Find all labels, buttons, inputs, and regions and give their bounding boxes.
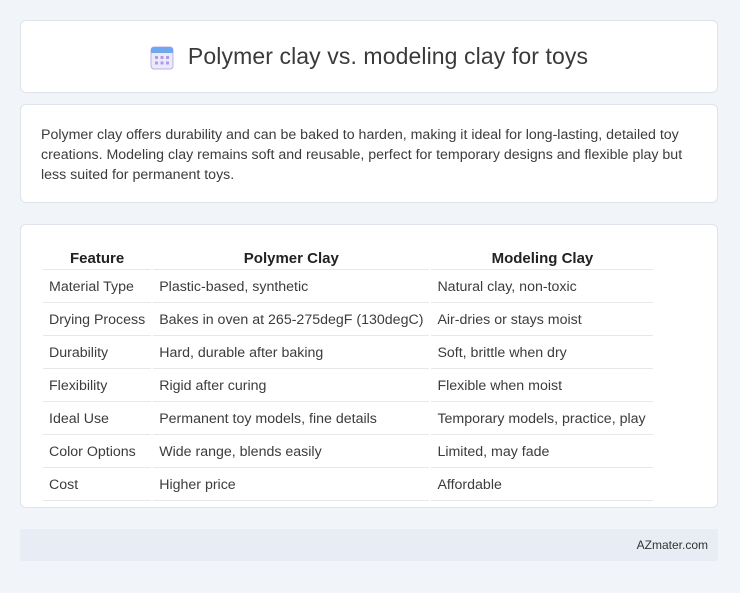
column-header-feature: Feature [43,247,152,270]
table-row: Flexibility Rigid after curing Flexible … [43,371,654,402]
feature-cell: Cost [43,470,152,501]
polymer-cell: Higher price [153,470,430,501]
feature-cell: Durability [43,338,152,369]
polymer-cell: Bakes in oven at 265-275degF (130degC) [153,305,430,336]
table-row: Durability Hard, durable after baking So… [43,338,654,369]
polymer-cell: Permanent toy models, fine details [153,404,430,435]
modeling-cell: Soft, brittle when dry [431,338,654,369]
feature-cell: Color Options [43,437,152,468]
table-row: Cost Higher price Affordable [43,470,654,501]
polymer-cell: Rigid after curing [153,371,430,402]
column-header-modeling-clay: Modeling Clay [431,247,654,270]
feature-cell: Material Type [43,272,152,303]
feature-cell: Drying Process [43,305,152,336]
modeling-cell: Air-dries or stays moist [431,305,654,336]
polymer-cell: Hard, durable after baking [153,338,430,369]
table-header-row: Feature Polymer Clay Modeling Clay [43,247,654,270]
comparison-table-card: Feature Polymer Clay Modeling Clay Mater… [20,224,718,508]
table-row: Drying Process Bakes in oven at 265-275d… [43,305,654,336]
polymer-cell: Plastic-based, synthetic [153,272,430,303]
source-credit: AZmater.com [636,538,708,552]
title-card: Polymer clay vs. modeling clay for toys [20,20,718,93]
polymer-cell: Wide range, blends easily [153,437,430,468]
summary-text: Polymer clay offers durability and can b… [41,127,683,183]
modeling-cell: Flexible when moist [431,371,654,402]
feature-cell: Ideal Use [43,404,152,435]
modeling-cell: Natural clay, non-toxic [431,272,654,303]
footer-bar: AZmater.com [20,529,718,561]
modeling-cell: Limited, may fade [431,437,654,468]
summary-card: Polymer clay offers durability and can b… [20,104,718,203]
title-row: Polymer clay vs. modeling clay for toys [150,43,588,70]
feature-cell: Flexibility [43,371,152,402]
page-title: Polymer clay vs. modeling clay for toys [187,43,589,69]
table-row: Ideal Use Permanent toy models, fine det… [43,404,654,435]
calendar-icon [150,46,174,69]
table-row: Color Options Wide range, blends easily … [43,437,654,468]
modeling-cell: Temporary models, practice, play [431,404,654,435]
column-header-polymer-clay: Polymer Clay [153,247,430,270]
modeling-cell: Affordable [431,470,654,501]
comparison-table: Feature Polymer Clay Modeling Clay Mater… [41,245,655,503]
table-row: Material Type Plastic-based, synthetic N… [43,272,654,303]
